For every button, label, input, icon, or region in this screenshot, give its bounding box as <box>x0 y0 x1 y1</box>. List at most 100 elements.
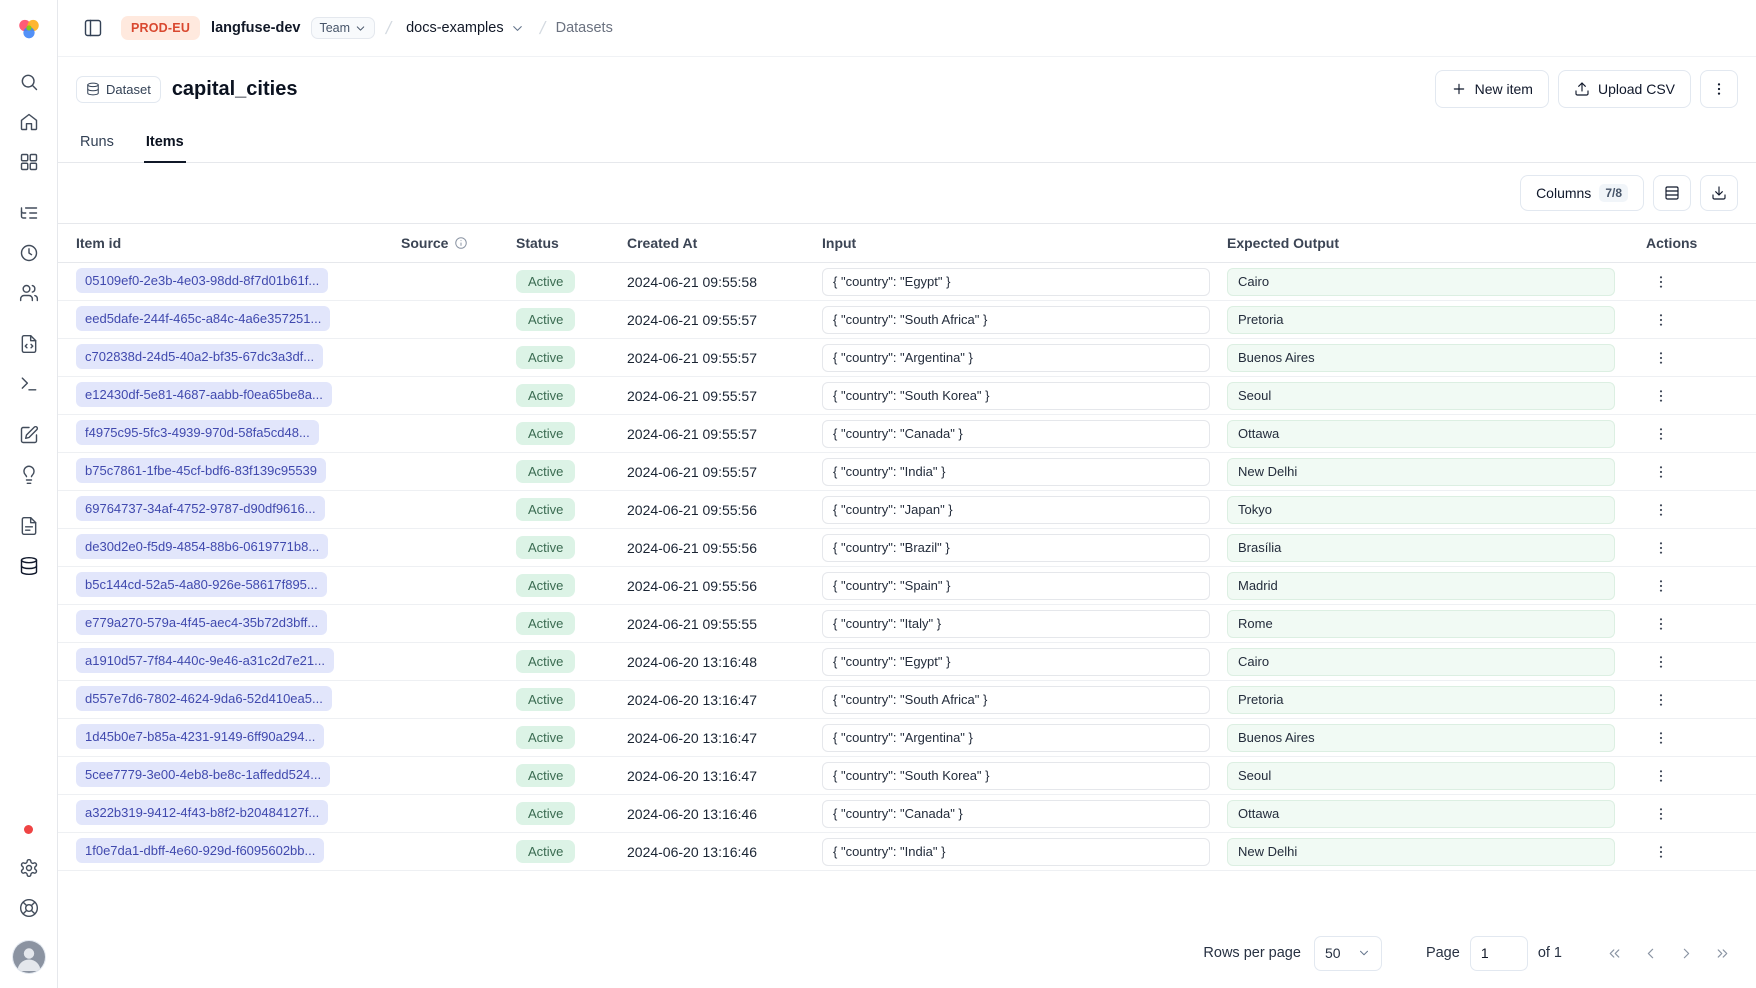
info-icon[interactable] <box>454 236 468 250</box>
first-page-button[interactable] <box>1598 937 1630 969</box>
expected-output-value[interactable]: Rome <box>1227 610 1615 638</box>
org-plan-badge[interactable]: Team <box>311 17 375 39</box>
tracing-list-tree-icon[interactable] <box>10 194 48 232</box>
playground-terminal-icon[interactable] <box>10 365 48 403</box>
item-id-link[interactable]: 69764737-34af-4752-9787-d90df9616... <box>76 496 325 521</box>
project-switcher[interactable]: docs-examples <box>402 14 529 42</box>
input-value[interactable]: { "country": "India" } <box>822 458 1210 486</box>
expected-output-value[interactable]: New Delhi <box>1227 838 1615 866</box>
expected-output-value[interactable]: Tokyo <box>1227 496 1615 524</box>
expected-output-value[interactable]: Pretoria <box>1227 306 1615 334</box>
input-value[interactable]: { "country": "South Africa" } <box>822 306 1210 334</box>
sidebar-toggle-icon[interactable] <box>76 11 110 45</box>
dashboards-grid-icon[interactable] <box>10 143 48 181</box>
row-actions-button[interactable] <box>1646 305 1676 335</box>
item-id-link[interactable]: b75c7861-1fbe-45cf-bdf6-83f139c95539 <box>76 458 326 483</box>
next-page-button[interactable] <box>1670 937 1702 969</box>
expected-output-value[interactable]: Cairo <box>1227 268 1615 296</box>
item-id-link[interactable]: a322b319-9412-4f43-b8f2-b20484127f... <box>76 800 328 825</box>
row-actions-button[interactable] <box>1646 685 1676 715</box>
item-id-link[interactable]: e779a270-579a-4f45-aec4-35b72d3bff... <box>76 610 327 635</box>
datasets-database-icon[interactable] <box>10 547 48 585</box>
users-icon[interactable] <box>10 274 48 312</box>
home-icon[interactable] <box>10 103 48 141</box>
input-value[interactable]: { "country": "Japan" } <box>822 496 1210 524</box>
input-value[interactable]: { "country": "South Africa" } <box>822 686 1210 714</box>
row-actions-button[interactable] <box>1646 267 1676 297</box>
item-id-link[interactable]: 05109ef0-2e3b-4e03-98dd-8f7d01b61f... <box>76 268 328 293</box>
last-page-button[interactable] <box>1706 937 1738 969</box>
rows-per-page-select[interactable]: 50 <box>1314 936 1382 971</box>
langfuse-logo[interactable] <box>12 12 46 46</box>
org-name[interactable]: langfuse-dev <box>211 20 300 36</box>
row-actions-button[interactable] <box>1646 647 1676 677</box>
item-id-link[interactable]: e12430df-5e81-4687-aabb-f0ea65be8a... <box>76 382 332 407</box>
input-value[interactable]: { "country": "India" } <box>822 838 1210 866</box>
support-lifebuoy-icon[interactable] <box>10 889 48 927</box>
input-value[interactable]: { "country": "Argentina" } <box>822 344 1210 372</box>
item-id-link[interactable]: eed5dafe-244f-465c-a84c-4a6e357251... <box>76 306 330 331</box>
item-id-link[interactable]: a1910d57-7f84-440c-9e46-a31c2d7e21... <box>76 648 334 673</box>
search-icon[interactable] <box>10 63 48 101</box>
row-actions-button[interactable] <box>1646 495 1676 525</box>
expected-output-value[interactable]: Cairo <box>1227 648 1615 676</box>
row-actions-button[interactable] <box>1646 799 1676 829</box>
prompts-file-icon[interactable] <box>10 325 48 363</box>
export-button[interactable] <box>1700 175 1738 211</box>
input-value[interactable]: { "country": "South Korea" } <box>822 382 1210 410</box>
expected-output-value[interactable]: Ottawa <box>1227 800 1615 828</box>
input-value[interactable]: { "country": "South Korea" } <box>822 762 1210 790</box>
row-actions-button[interactable] <box>1646 571 1676 601</box>
user-avatar[interactable] <box>12 940 46 974</box>
input-value[interactable]: { "country": "Canada" } <box>822 800 1210 828</box>
scores-document-icon[interactable] <box>10 507 48 545</box>
expected-output-value[interactable]: Buenos Aires <box>1227 724 1615 752</box>
row-actions-button[interactable] <box>1646 533 1676 563</box>
input-value[interactable]: { "country": "Egypt" } <box>822 268 1210 296</box>
input-value[interactable]: { "country": "Italy" } <box>822 610 1210 638</box>
item-id-link[interactable]: b5c144cd-52a5-4a80-926e-58617f895... <box>76 572 327 597</box>
expected-output-value[interactable]: Brasília <box>1227 534 1615 562</box>
row-actions-button[interactable] <box>1646 723 1676 753</box>
item-id-link[interactable]: d557e7d6-7802-4624-9da6-52d410ea5... <box>76 686 332 711</box>
row-actions-button[interactable] <box>1646 419 1676 449</box>
previous-page-button[interactable] <box>1634 937 1666 969</box>
expected-output-value[interactable]: Madrid <box>1227 572 1615 600</box>
item-id-link[interactable]: 1f0e7da1-dbff-4e60-929d-f6095602bb... <box>76 838 324 863</box>
row-height-button[interactable] <box>1653 175 1691 211</box>
input-value[interactable]: { "country": "Brazil" } <box>822 534 1210 562</box>
row-actions-button[interactable] <box>1646 457 1676 487</box>
expected-output-value[interactable]: New Delhi <box>1227 458 1615 486</box>
item-id-link[interactable]: c702838d-24d5-40a2-bf35-67dc3a3df... <box>76 344 323 369</box>
settings-gear-icon[interactable] <box>10 849 48 887</box>
columns-button[interactable]: Columns 7/8 <box>1520 175 1644 211</box>
input-value[interactable]: { "country": "Spain" } <box>822 572 1210 600</box>
sessions-clock-icon[interactable] <box>10 234 48 272</box>
page-number-input[interactable] <box>1470 936 1528 971</box>
new-item-button[interactable]: New item <box>1435 70 1549 108</box>
expected-output-value[interactable]: Seoul <box>1227 762 1615 790</box>
item-id-link[interactable]: 1d45b0e7-b85a-4231-9149-6ff90a294... <box>76 724 324 749</box>
input-value[interactable]: { "country": "Egypt" } <box>822 648 1210 676</box>
input-value[interactable]: { "country": "Argentina" } <box>822 724 1210 752</box>
upload-csv-button[interactable]: Upload CSV <box>1558 70 1691 108</box>
item-id-link[interactable]: f4975c95-5fc3-4939-970d-58fa5cd48... <box>76 420 319 445</box>
evaluation-square-pen-icon[interactable] <box>10 416 48 454</box>
row-actions-button[interactable] <box>1646 381 1676 411</box>
breadcrumb-section[interactable]: Datasets <box>556 20 613 36</box>
lightbulb-icon[interactable] <box>10 456 48 494</box>
input-value[interactable]: { "country": "Canada" } <box>822 420 1210 448</box>
tab-items[interactable]: Items <box>144 125 186 163</box>
row-actions-button[interactable] <box>1646 837 1676 867</box>
more-actions-button[interactable] <box>1700 70 1738 108</box>
item-id-link[interactable]: 5cee7779-3e00-4eb8-be8c-1affedd524... <box>76 762 330 787</box>
tab-runs[interactable]: Runs <box>78 125 116 163</box>
row-actions-button[interactable] <box>1646 761 1676 791</box>
row-actions-button[interactable] <box>1646 343 1676 373</box>
expected-output-value[interactable]: Buenos Aires <box>1227 344 1615 372</box>
expected-output-value[interactable]: Ottawa <box>1227 420 1615 448</box>
item-id-link[interactable]: de30d2e0-f5d9-4854-88b6-0619771b8... <box>76 534 328 559</box>
expected-output-value[interactable]: Seoul <box>1227 382 1615 410</box>
expected-output-value[interactable]: Pretoria <box>1227 686 1615 714</box>
row-actions-button[interactable] <box>1646 609 1676 639</box>
